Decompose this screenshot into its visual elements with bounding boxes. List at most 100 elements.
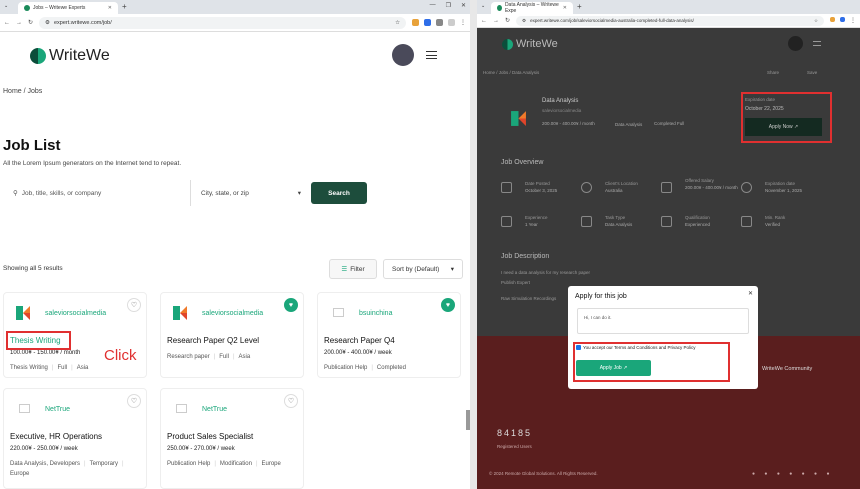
share-button[interactable]: Share (767, 70, 779, 75)
breadcrumb[interactable]: Home / Jobs (3, 88, 42, 95)
restore-icon[interactable]: ❐ (446, 2, 451, 9)
company-link[interactable]: NetTrue (45, 406, 70, 413)
hamburger-menu-icon[interactable] (813, 41, 821, 46)
job-card[interactable]: saleviorsocialmedia ♥ Research Paper Q2 … (160, 292, 304, 378)
job-card[interactable]: NetTrue ♡ Executive, HR Operations 220.0… (3, 388, 147, 489)
job-title-link[interactable]: Research Paper Q4 (324, 336, 395, 345)
url-input[interactable]: ⚙ expert.writewe.com/job/saleviorsocialm… (516, 15, 824, 26)
forward-icon[interactable]: → (493, 18, 499, 24)
heart-icon[interactable]: ♡ (127, 394, 141, 408)
job-card[interactable]: NetTrue ♡ Product Sales Specialist 250.0… (160, 388, 304, 489)
job-tag[interactable]: Publication Help (167, 461, 210, 467)
site-info-icon[interactable]: ⚙ (522, 18, 526, 24)
extension-icon[interactable] (840, 17, 845, 22)
extension-icon[interactable] (412, 19, 419, 26)
menu-dots-icon[interactable]: ⋮ (850, 17, 856, 24)
job-tags: Thesis Writing | Full | Asia (10, 365, 89, 371)
company-link[interactable]: bsuinchina (359, 310, 392, 317)
sort-select[interactable]: Sort by (Default) ▾ (383, 259, 463, 279)
close-window-icon[interactable]: ✕ (461, 2, 466, 9)
forward-icon[interactable]: → (16, 20, 22, 26)
close-icon[interactable]: ✕ (748, 290, 753, 297)
job-title-link[interactable]: Research Paper Q2 Level (167, 336, 259, 345)
back-icon[interactable]: ← (4, 20, 10, 26)
window-divider (470, 0, 477, 489)
reload-icon[interactable]: ↻ (28, 19, 33, 26)
new-tab-icon[interactable]: + (577, 2, 582, 11)
job-tag[interactable]: Temporary (90, 461, 118, 467)
site-info-icon[interactable]: ⚙ (45, 20, 50, 26)
company-link[interactable]: saleviorsocialmedia (202, 310, 263, 317)
location-select[interactable]: City, state, or zip ▾ (191, 180, 311, 206)
company-link[interactable]: saleviorsocialmedia (45, 310, 106, 317)
job-tag[interactable]: Europe (10, 471, 29, 477)
job-tag[interactable]: Asia (239, 354, 251, 360)
puzzle-icon[interactable] (436, 19, 443, 26)
description-heading: Job Description (501, 253, 550, 260)
experience-icon (501, 216, 512, 227)
location-placeholder: City, state, or zip (201, 189, 249, 197)
overview-item: Date Posted October 3, 2025 (525, 181, 585, 193)
social-icons[interactable]: ● ● ● ● ● ● ● (752, 471, 833, 477)
heart-icon[interactable]: ♡ (127, 298, 141, 312)
tab-menu-icon[interactable]: ⌄ (481, 3, 485, 9)
company-logo-icon (173, 306, 187, 320)
image-placeholder-icon (333, 308, 344, 317)
close-tab-icon[interactable]: ✕ (108, 5, 112, 11)
save-button[interactable]: Save (807, 70, 817, 75)
close-tab-icon[interactable]: ✕ (563, 5, 567, 11)
reload-icon[interactable]: ↻ (505, 17, 510, 24)
job-tag[interactable]: Completed (377, 365, 406, 371)
job-tag[interactable]: Research paper (167, 354, 210, 360)
job-salary: 200.00¥ - 400.00¥ / week (324, 350, 392, 356)
extension-icon[interactable] (830, 17, 835, 22)
breadcrumb[interactable]: Home / Jobs / Data Analysis (483, 70, 539, 75)
job-tag[interactable]: Modification (220, 461, 252, 467)
job-tag[interactable]: Publication Help (324, 365, 367, 371)
tab-menu-icon[interactable]: ⌄ (4, 3, 8, 9)
search-button[interactable]: Search (311, 182, 367, 204)
tab-data-analysis[interactable]: Data Analysis – Writewe Expe ✕ (491, 2, 573, 14)
job-tag[interactable]: Data Analysis, Developers (10, 461, 80, 467)
apply-job-button[interactable]: Apply Job ↗ (576, 360, 651, 376)
job-tag[interactable]: Thesis Writing (10, 365, 48, 371)
job-tag[interactable]: Asia (77, 365, 89, 371)
tab-jobs[interactable]: Jobs – Writewe Experts ✕ (18, 2, 118, 14)
profile-icon[interactable] (448, 19, 455, 26)
checkbox-checked-icon[interactable] (576, 345, 581, 350)
keyword-search-input[interactable]: ⚲ Job, title, skills, or company (3, 180, 191, 206)
avatar[interactable] (788, 36, 803, 51)
heart-icon[interactable]: ♡ (284, 394, 298, 408)
company-link[interactable]: saleviorsocialmedia (542, 108, 581, 113)
heart-icon[interactable]: ♥ (441, 298, 455, 312)
job-tag[interactable]: Full (219, 354, 229, 360)
avatar[interactable] (392, 44, 414, 66)
message-textarea[interactable]: Hi, I can do it. (577, 308, 749, 334)
url-input[interactable]: ⚙ expert.writewe.com/job/ ☆ (39, 16, 406, 29)
terms-checkbox[interactable]: You accept our Terms and Conditions and … (576, 345, 696, 350)
menu-dots-icon[interactable]: ⋮ (460, 19, 466, 26)
writewe-logo[interactable]: WriteWe (502, 38, 558, 50)
job-title-link[interactable]: Executive, HR Operations (10, 432, 102, 441)
bookmark-star-icon[interactable]: ☆ (395, 20, 400, 26)
new-tab-icon[interactable]: + (122, 2, 127, 11)
company-link[interactable]: NetTrue (202, 406, 227, 413)
job-tag[interactable]: Europe (262, 461, 281, 467)
overview-label: Min. Rank (765, 215, 786, 220)
apply-modal: Apply for this job ✕ Hi, I can do it. Yo… (568, 286, 758, 389)
back-icon[interactable]: ← (481, 18, 487, 24)
heart-icon[interactable]: ♥ (284, 298, 298, 312)
hamburger-menu-icon[interactable] (426, 51, 437, 59)
job-title-link[interactable]: Product Sales Specialist (167, 432, 253, 441)
job-card[interactable]: bsuinchina ♥ Research Paper Q4 200.00¥ -… (317, 292, 461, 378)
modal-title: Apply for this job (575, 293, 627, 300)
writewe-logo[interactable]: WriteWe (30, 47, 110, 65)
task-type-icon (581, 216, 592, 227)
bookmark-star-icon[interactable]: ☆ (814, 18, 818, 24)
apply-now-button[interactable]: Apply Now ↗ (745, 118, 822, 136)
filter-button[interactable]: ☰ Filter (329, 259, 377, 279)
job-tag[interactable]: Full (57, 365, 67, 371)
overview-value: 1 Year (525, 222, 538, 227)
extension-icon[interactable] (424, 19, 431, 26)
minimize-icon[interactable]: — (430, 2, 436, 9)
